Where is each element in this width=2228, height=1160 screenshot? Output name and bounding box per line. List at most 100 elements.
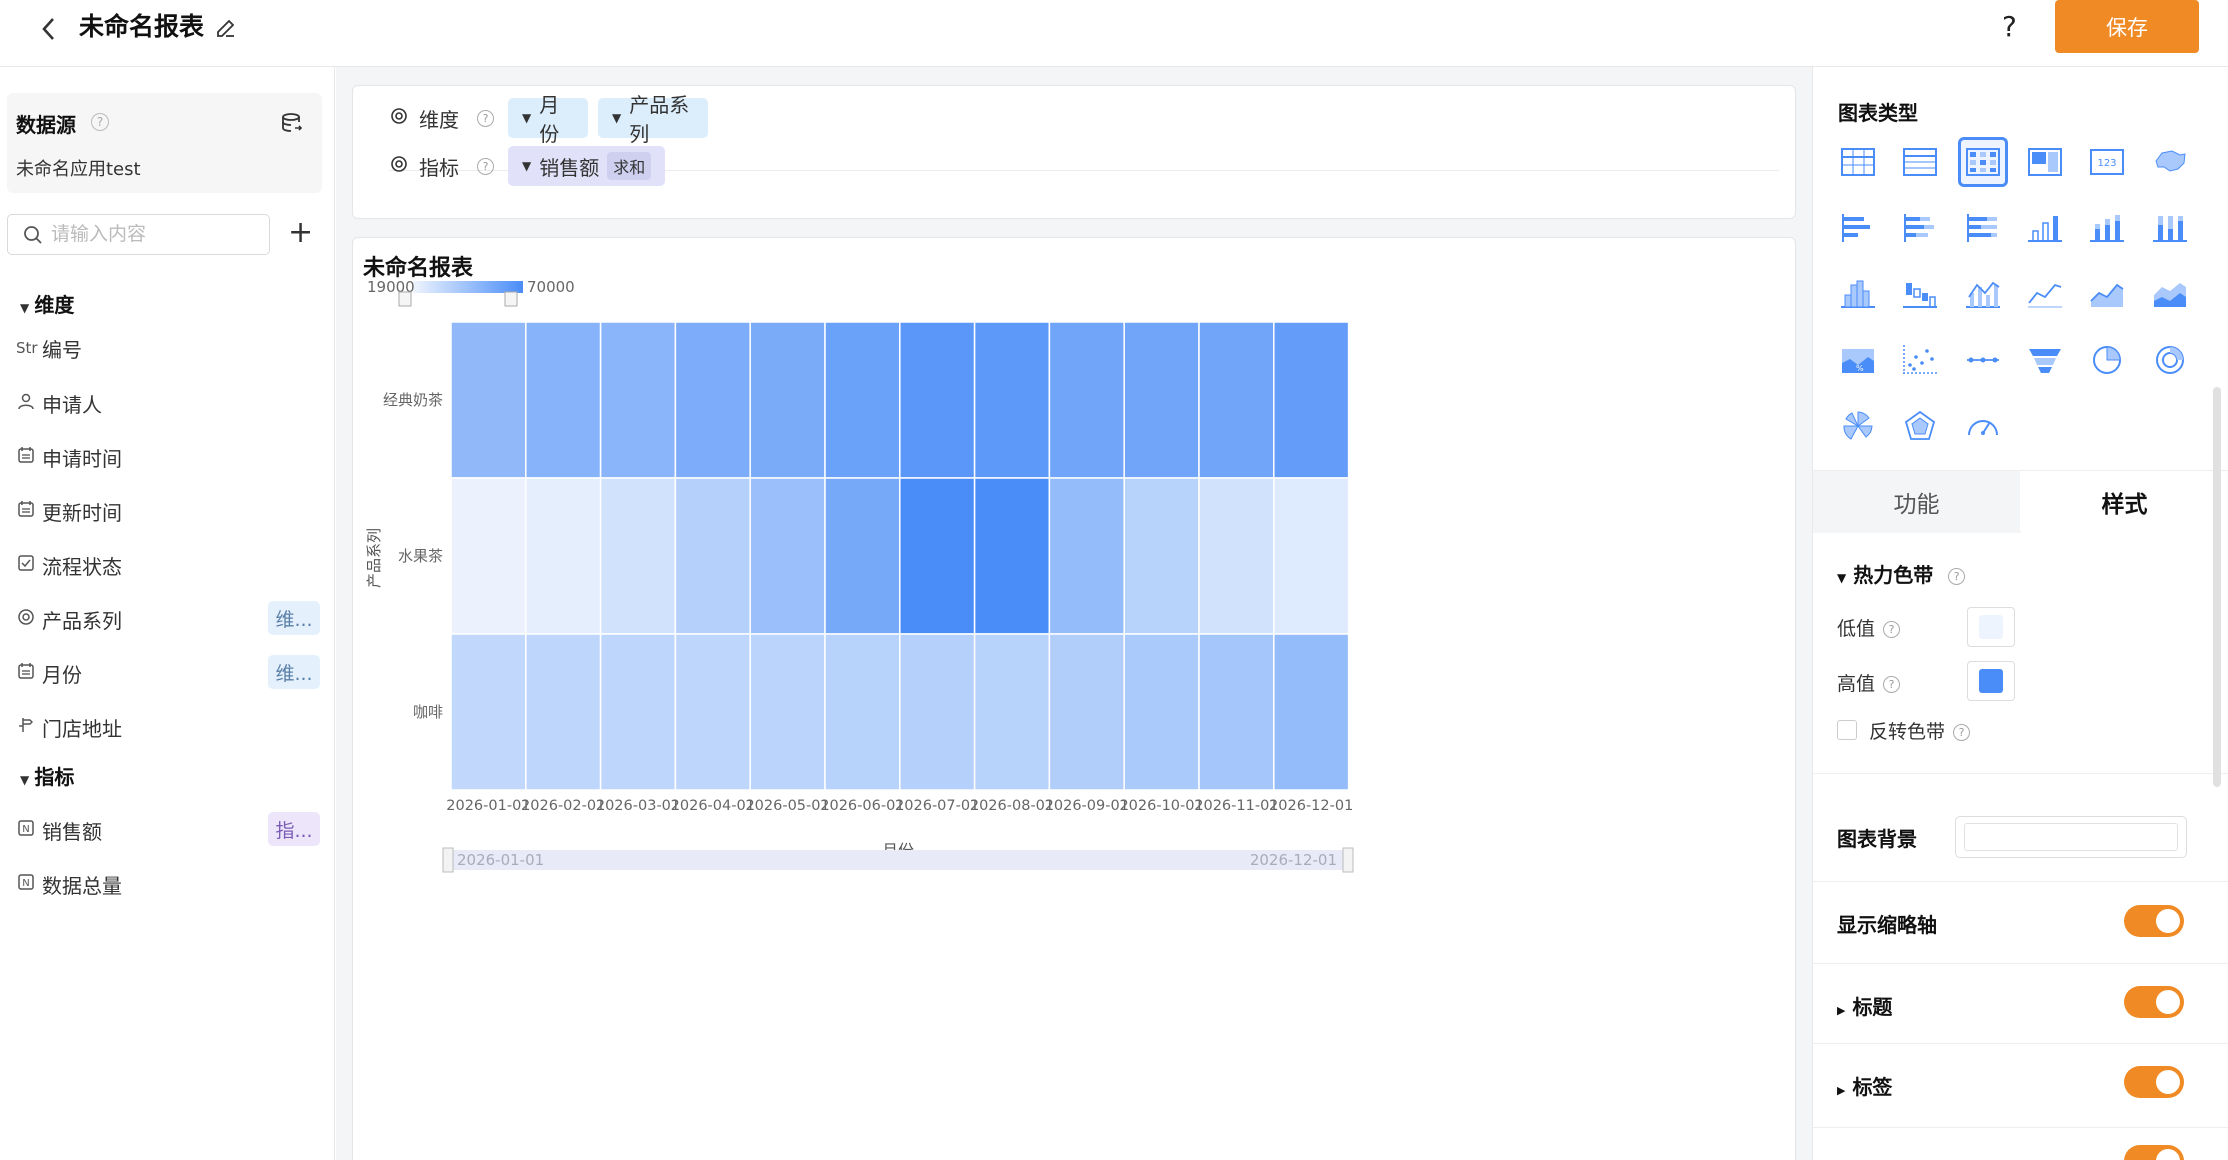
add-field-icon[interactable]: + (288, 213, 313, 253)
heatmap-cell[interactable] (599, 321, 677, 479)
aggregation-badge[interactable]: 求和 (607, 152, 652, 180)
heatmap-cell[interactable] (599, 477, 677, 635)
heatmap-cell[interactable] (599, 633, 677, 791)
title-toggle[interactable] (2124, 986, 2184, 1018)
metric-help-icon[interactable]: ? (477, 157, 494, 175)
field-item-month[interactable]: 月份 (16, 659, 82, 687)
waterfall-icon[interactable] (1895, 269, 1945, 319)
table-icon[interactable] (1833, 137, 1883, 187)
combo-icon[interactable] (1958, 269, 2008, 319)
save-button[interactable]: 保存 (2055, 0, 2199, 53)
heatmap-cell[interactable] (973, 477, 1051, 635)
area-icon[interactable] (2082, 269, 2132, 319)
heatmap-cell[interactable] (824, 321, 901, 479)
high-value-help-icon[interactable]: ? (1883, 676, 1901, 693)
dimension-pill-month[interactable]: ▼ 月份 (508, 93, 588, 146)
title-section[interactable]: ▶ 标题 (1837, 991, 1892, 1020)
treemap-icon[interactable] (2020, 137, 2070, 187)
back-icon[interactable] (38, 14, 60, 44)
heatmap-cell[interactable] (1198, 633, 1275, 791)
line-icon[interactable] (2020, 269, 2070, 319)
heatmap-cell[interactable] (899, 477, 976, 635)
tab-style[interactable]: 样式 (2021, 471, 2228, 533)
heatmap-cell[interactable] (525, 321, 602, 479)
map-icon[interactable] (2145, 137, 2195, 187)
timeline-icon[interactable] (1958, 335, 2008, 385)
heat-band-help-icon[interactable]: ? (1948, 568, 1966, 585)
heatmap-cell[interactable] (674, 477, 751, 635)
reverse-band-help-icon[interactable]: ? (1953, 724, 1971, 741)
chart-bg-color-input[interactable] (1955, 816, 2187, 858)
heatmap-cell[interactable] (899, 633, 976, 791)
heatmap-cell[interactable] (1123, 477, 1200, 635)
kpi-card-icon[interactable]: 123 (2082, 137, 2132, 187)
bar-h-icon[interactable] (1833, 203, 1883, 253)
stacked-bar-h-icon[interactable] (1895, 203, 1945, 253)
heatmap-cell[interactable] (1048, 633, 1125, 791)
radar-icon[interactable] (1895, 401, 1945, 451)
field-item-apply-time[interactable]: 申请时间 (16, 443, 122, 471)
zoom-end-handle[interactable] (1342, 847, 1354, 873)
field-search-input[interactable]: 请输入内容 (7, 214, 270, 255)
heatmap-cell[interactable] (525, 633, 602, 791)
funnel-icon[interactable] (2020, 335, 2070, 385)
heatmap-cell[interactable] (1273, 321, 1350, 479)
heatmap-cell[interactable] (674, 321, 751, 479)
label-section[interactable]: ▶ 标签 (1837, 1071, 1892, 1100)
heatmap-cell[interactable] (749, 321, 826, 479)
low-color-picker[interactable] (1967, 607, 2015, 647)
data-zoom-track[interactable] (447, 850, 1349, 870)
ring-icon[interactable] (2145, 335, 2195, 385)
pie-icon[interactable] (2082, 335, 2132, 385)
percent-bar-h-icon[interactable] (1958, 203, 2008, 253)
heatmap-cell[interactable] (1198, 477, 1275, 635)
heatmap-cell[interactable] (1048, 477, 1125, 635)
low-value-help-icon[interactable]: ? (1883, 621, 1901, 638)
heatmap-cell[interactable] (973, 321, 1051, 479)
heatmap-cell[interactable] (525, 477, 602, 635)
heatmap-cell[interactable] (450, 477, 527, 635)
database-switch-icon[interactable] (280, 111, 304, 135)
datasource-help-icon[interactable]: ? (91, 113, 109, 131)
heatmap-cell[interactable] (1123, 321, 1200, 479)
range-max-handle[interactable] (504, 291, 518, 307)
metric-section-toggle[interactable]: ▼ 指标 (20, 761, 74, 790)
percent-area-icon[interactable]: % (1833, 335, 1883, 385)
scatter-icon[interactable] (1895, 335, 1945, 385)
panel-scrollbar[interactable] (2213, 387, 2221, 787)
histogram-icon[interactable] (1833, 269, 1883, 319)
heatmap-icon[interactable] (1957, 137, 2008, 187)
heatmap-cell[interactable] (824, 633, 901, 791)
show-zoom-toggle[interactable] (2124, 905, 2184, 937)
range-min-handle[interactable] (398, 291, 412, 307)
edit-title-icon[interactable] (212, 14, 240, 42)
heatmap-cell[interactable] (1123, 633, 1200, 791)
help-icon[interactable]: ? (2002, 10, 2017, 43)
metric-pill-sales[interactable]: ▼ 销售额 求和 (508, 146, 666, 186)
tab-function[interactable]: 功能 (1813, 471, 2020, 533)
color-range-bar[interactable] (413, 281, 523, 293)
dimension-section-toggle[interactable]: ▼ 维度 (20, 289, 74, 318)
field-item-store-address[interactable]: 门店地址 (16, 713, 122, 741)
high-color-picker[interactable] (1967, 661, 2015, 701)
field-item-applicant[interactable]: 申请人 (16, 389, 102, 417)
heatmap-cell[interactable] (824, 477, 901, 635)
detail-table-icon[interactable] (1895, 137, 1945, 187)
rose-icon[interactable] (1833, 401, 1883, 451)
field-item-update-time[interactable]: 更新时间 (16, 497, 122, 525)
field-item-total-count[interactable]: N 数据总量 (16, 870, 122, 898)
heatmap-cell[interactable] (973, 633, 1051, 791)
column-icon[interactable] (2020, 203, 2070, 253)
heatmap-cell[interactable] (450, 321, 527, 479)
heatmap-cell[interactable] (749, 633, 826, 791)
label-toggle[interactable] (2124, 1066, 2184, 1098)
field-item-flow-status[interactable]: 流程状态 (16, 551, 122, 579)
heatmap-cell[interactable] (1273, 477, 1350, 635)
heatmap-cell[interactable] (899, 321, 976, 479)
zoom-start-handle[interactable] (442, 847, 454, 873)
heatmap-cell[interactable] (749, 477, 826, 635)
heatmap-cell[interactable] (1273, 633, 1350, 791)
reverse-band-checkbox[interactable] (1837, 720, 1857, 740)
heatmap-cell[interactable] (674, 633, 751, 791)
dimension-help-icon[interactable]: ? (477, 109, 494, 127)
